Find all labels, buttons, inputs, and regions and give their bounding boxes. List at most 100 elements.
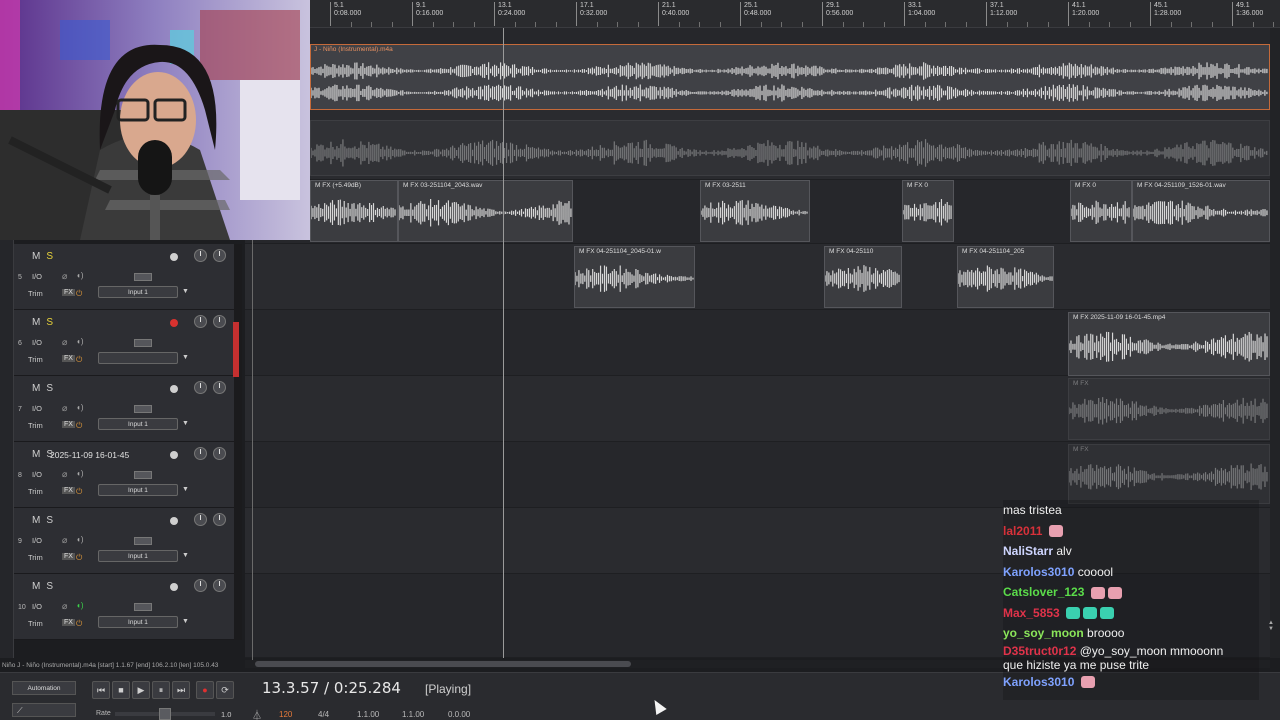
selection-end[interactable]: 1.1.00 xyxy=(402,710,424,719)
input-selector[interactable]: Input 1 xyxy=(98,484,178,496)
selection-start[interactable]: 1.1.00 xyxy=(357,710,379,719)
trim-fader[interactable] xyxy=(134,471,152,479)
record-arm-button[interactable] xyxy=(170,319,178,327)
media-item[interactable]: M FX 04-251104_205 xyxy=(957,246,1054,308)
volume-knob[interactable] xyxy=(194,249,207,262)
selection-length[interactable]: 0.0.00 xyxy=(448,710,470,719)
chevron-down-icon[interactable]: ▼ xyxy=(182,552,189,559)
fx-button[interactable]: FX xyxy=(62,487,75,494)
volume-knob[interactable] xyxy=(194,381,207,394)
monitor-icon[interactable]: ◖) xyxy=(76,469,84,478)
go-to-end-button[interactable]: ⏭ xyxy=(172,681,190,699)
volume-knob[interactable] xyxy=(194,447,207,460)
input-selector[interactable] xyxy=(98,352,178,364)
track-control-panel[interactable]: 9 MS I/O ⌀ ◖) Trim FX ⏻ Input 1 ▼ xyxy=(14,508,242,574)
media-item-main[interactable]: J - Niño (Instrumental).m4a xyxy=(310,44,1270,110)
media-item-faded[interactable] xyxy=(310,120,1270,176)
fx-bypass-icon[interactable]: ⏻ xyxy=(76,619,82,629)
record-arm-button[interactable] xyxy=(170,517,178,525)
timeline-ruler[interactable]: 5.1 0:08.000 9.1 0:16.000 13.1 0:24.000 17.1 0:… xyxy=(245,0,1280,28)
monitor-icon[interactable]: ◖) xyxy=(76,271,84,280)
pan-knob[interactable] xyxy=(213,249,226,262)
media-item[interactable]: M FX 04-251104_2045-01.w xyxy=(574,246,695,308)
phase-invert-icon[interactable]: ⌀ xyxy=(62,337,67,348)
media-item[interactable]: M FX 0 xyxy=(902,180,954,242)
track-name[interactable]: 2025-11-09 16-01-45 xyxy=(50,450,129,460)
trim-fader[interactable] xyxy=(134,537,152,545)
fx-button[interactable]: FX xyxy=(62,553,75,560)
trim-fader[interactable] xyxy=(134,339,152,347)
io-button[interactable]: I/O xyxy=(32,602,42,611)
media-item[interactable]: M FX 04-25110 xyxy=(824,246,902,308)
pan-knob[interactable] xyxy=(213,579,226,592)
media-item[interactable]: M FX 0 xyxy=(1070,180,1132,242)
monitor-icon[interactable]: ◖) xyxy=(76,403,84,412)
chevron-down-icon[interactable]: ▼ xyxy=(182,486,189,493)
io-button[interactable]: I/O xyxy=(32,404,42,413)
automation-button[interactable]: Automation xyxy=(12,681,76,695)
fx-button[interactable]: FX xyxy=(62,421,75,428)
trim-fader[interactable] xyxy=(134,603,152,611)
mute-button[interactable]: M xyxy=(32,449,46,460)
mute-button[interactable]: M xyxy=(32,383,46,394)
solo-button[interactable]: S xyxy=(46,383,59,394)
volume-knob[interactable] xyxy=(194,315,207,328)
chevron-down-icon[interactable]: ▼ xyxy=(182,288,189,295)
record-arm-button[interactable] xyxy=(170,451,178,459)
fx-button[interactable]: FX xyxy=(62,619,75,626)
track-control-panel[interactable]: 8 MS 2025-11-09 16-01-45 I/O ⌀ ◖) Trim F… xyxy=(14,442,242,508)
chevron-down-icon[interactable]: ▼ xyxy=(182,354,189,361)
pan-knob[interactable] xyxy=(213,447,226,460)
envelope-icon[interactable]: ⟋ xyxy=(12,703,76,717)
io-button[interactable]: I/O xyxy=(32,470,42,479)
solo-button[interactable]: S xyxy=(46,317,59,328)
media-item[interactable]: M FX xyxy=(1068,378,1270,440)
fx-button[interactable]: FX xyxy=(62,355,75,362)
phase-invert-icon[interactable]: ⌀ xyxy=(62,403,67,414)
chevron-down-icon[interactable]: ▼ xyxy=(182,420,189,427)
fx-button[interactable]: FX xyxy=(62,289,75,296)
lane-track-5[interactable] xyxy=(245,244,1270,310)
rate-slider[interactable] xyxy=(115,708,215,720)
go-to-start-button[interactable]: ⏮ xyxy=(92,681,110,699)
io-button[interactable]: I/O xyxy=(32,536,42,545)
monitor-icon[interactable]: ◖) xyxy=(76,535,84,544)
phase-invert-icon[interactable]: ⌀ xyxy=(62,271,67,282)
mute-button[interactable]: M xyxy=(32,317,46,328)
io-button[interactable]: I/O xyxy=(32,338,42,347)
fx-bypass-icon[interactable]: ⏻ xyxy=(76,421,82,431)
phase-invert-icon[interactable]: ⌀ xyxy=(62,469,67,480)
stop-button[interactable]: ■ xyxy=(112,681,130,699)
scroll-thumb[interactable] xyxy=(255,661,631,667)
vertical-scrollbar[interactable] xyxy=(1270,28,1280,658)
bpm-value[interactable]: 120 xyxy=(279,710,292,719)
time-signature[interactable]: 4/4 xyxy=(318,710,329,719)
media-item[interactable]: M FX 03-251104_2043.wav xyxy=(398,180,573,242)
input-selector[interactable]: Input 1 xyxy=(98,616,178,628)
media-item[interactable]: M FX 03-2511 xyxy=(700,180,810,242)
chevron-down-icon[interactable]: ▼ xyxy=(182,618,189,625)
phase-invert-icon[interactable]: ⌀ xyxy=(62,601,67,612)
fx-bypass-icon[interactable]: ⏻ xyxy=(76,289,82,299)
pan-knob[interactable] xyxy=(213,381,226,394)
trim-fader[interactable] xyxy=(134,405,152,413)
track-control-panel[interactable]: 10 MS I/O ⌀ ◖) Trim FX ⏻ Input 1 ▼ xyxy=(14,574,242,640)
media-item[interactable]: M FX (+5.49dB) xyxy=(310,180,398,242)
fx-bypass-icon[interactable]: ⏻ xyxy=(76,487,82,497)
solo-button[interactable]: S xyxy=(46,251,59,262)
phase-invert-icon[interactable]: ⌀ xyxy=(62,535,67,546)
media-item[interactable]: M FX xyxy=(1068,444,1270,504)
track-control-panel[interactable]: 6 MS I/O ⌀ ◖) Trim FX ⏻ ▼ xyxy=(14,310,242,376)
metronome-icon[interactable]: ⏃ xyxy=(252,707,262,720)
solo-button[interactable]: S xyxy=(46,515,59,526)
monitor-icon[interactable]: ◖) xyxy=(76,601,84,610)
mute-button[interactable]: M xyxy=(32,581,46,592)
input-selector[interactable]: Input 1 xyxy=(98,418,178,430)
media-item[interactable]: M FX 04-251109_1526-01.wav xyxy=(1132,180,1270,242)
mute-button[interactable]: M xyxy=(32,515,46,526)
play-button[interactable]: ▶ xyxy=(132,681,150,699)
volume-knob[interactable] xyxy=(194,513,207,526)
monitor-icon[interactable]: ◖) xyxy=(76,337,84,346)
track-control-panel[interactable]: 7 MS I/O ⌀ ◖) Trim FX ⏻ Input 1 ▼ xyxy=(14,376,242,442)
pan-knob[interactable] xyxy=(213,315,226,328)
